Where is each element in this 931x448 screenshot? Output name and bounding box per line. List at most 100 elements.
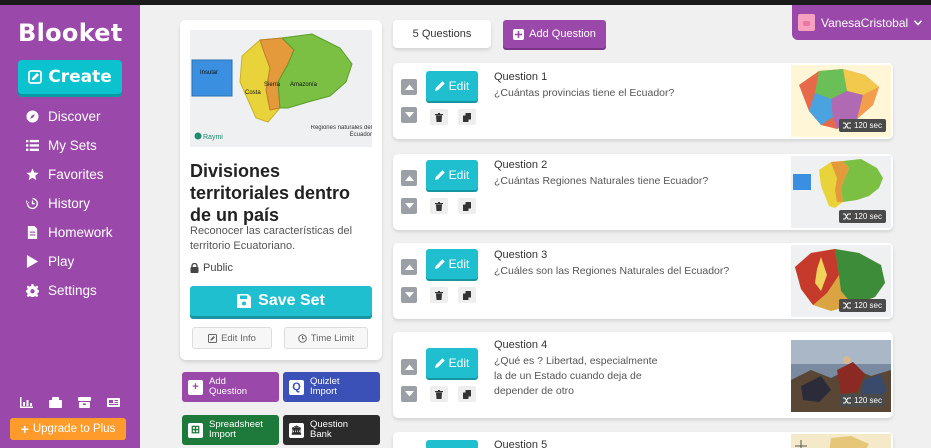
move-up-button[interactable] bbox=[401, 170, 417, 186]
clock-icon bbox=[297, 333, 307, 343]
sidebar-item-label: Discover bbox=[48, 108, 101, 124]
question-text: ¿Cuántas provincias tiene el Ecuador? bbox=[494, 87, 675, 99]
set-info-card: Insular Costa Sierra Amazonía Raymi Regi… bbox=[180, 20, 382, 360]
question-card: Edit Question 1 ¿Cuántas provincias tien… bbox=[393, 63, 893, 139]
edit-info-label: Edit Info bbox=[221, 332, 256, 344]
tile-label: Add Question bbox=[209, 376, 248, 397]
sidebar-item-settings[interactable]: Settings bbox=[26, 279, 97, 301]
edit-question-button[interactable] bbox=[426, 440, 478, 448]
copy-icon bbox=[463, 201, 471, 211]
copy-question-button[interactable] bbox=[458, 109, 476, 125]
question-number: Question 5 bbox=[494, 439, 548, 448]
map-label-amazonia: Amazonía bbox=[290, 82, 318, 88]
inventory-icon[interactable] bbox=[78, 395, 91, 408]
map-label-costa: Costa bbox=[245, 90, 261, 96]
news-icon[interactable] bbox=[107, 395, 120, 407]
stats-icon[interactable] bbox=[20, 395, 33, 408]
question-card: Edit Question 3 ¿Cuáles son las Regiones… bbox=[393, 243, 893, 319]
privacy-label: Public bbox=[203, 262, 233, 274]
shuffle-icon bbox=[842, 397, 851, 404]
delete-question-button[interactable] bbox=[430, 386, 448, 402]
edit-question-button[interactable]: Edit bbox=[426, 249, 478, 279]
edit-question-button[interactable]: Edit bbox=[426, 71, 478, 101]
quizlet-import-tile[interactable]: Q Quizlet Import bbox=[283, 372, 380, 402]
sidebar-item-history[interactable]: History bbox=[26, 192, 90, 214]
time-label: 120 sec bbox=[853, 212, 882, 221]
create-label: Create bbox=[48, 67, 112, 87]
edit-info-button[interactable]: Edit Info bbox=[192, 327, 272, 349]
sidebar-item-homework[interactable]: Homework bbox=[26, 221, 113, 243]
question-bank-tile[interactable]: 🏛 Question Bank bbox=[283, 415, 380, 445]
delete-question-button[interactable] bbox=[430, 198, 448, 214]
set-cover-image[interactable]: Insular Costa Sierra Amazonía Raymi Regi… bbox=[190, 30, 372, 147]
user-menu[interactable]: VanesaCristobal bbox=[792, 5, 931, 40]
move-up-button[interactable] bbox=[401, 259, 417, 275]
delete-question-button[interactable] bbox=[430, 109, 448, 125]
trash-icon bbox=[435, 201, 443, 211]
add-question-label: Add Question bbox=[529, 28, 596, 40]
sidebar-item-favorites[interactable]: Favorites bbox=[26, 163, 104, 185]
tile-label: Spreadsheet Import bbox=[209, 419, 263, 440]
move-up-button[interactable] bbox=[401, 359, 417, 375]
sidebar-item-my-sets[interactable]: My Sets bbox=[26, 134, 97, 156]
move-down-button[interactable] bbox=[401, 386, 417, 402]
question-count: 5 Questions bbox=[393, 20, 491, 48]
sidebar-item-discover[interactable]: Discover bbox=[26, 105, 101, 127]
question-image[interactable]: 120 sec bbox=[791, 245, 891, 317]
question-image[interactable] bbox=[791, 434, 891, 448]
pencil-icon bbox=[434, 358, 445, 368]
time-limit-label: Time Limit bbox=[310, 332, 355, 344]
question-image[interactable]: 120 sec bbox=[791, 65, 891, 137]
list-icon bbox=[26, 139, 39, 151]
spreadsheet-import-tile[interactable]: ⊞ Spreadsheet Import bbox=[182, 415, 279, 445]
question-text: ¿Cuáles son las Regiones Naturales del E… bbox=[494, 265, 730, 277]
add-question-tile[interactable]: + Add Question bbox=[182, 372, 279, 402]
question-image[interactable]: 120 sec bbox=[791, 156, 891, 228]
move-up-button[interactable] bbox=[401, 79, 417, 95]
chevron-down-icon bbox=[404, 292, 414, 298]
move-down-button[interactable] bbox=[401, 198, 417, 214]
ecuador-regions-map: Insular Costa Sierra Amazonía Raymi Regi… bbox=[190, 30, 372, 147]
map-brand: Raymi bbox=[203, 134, 223, 141]
plus-square-icon: + bbox=[188, 379, 203, 395]
time-badge: 120 sec bbox=[838, 394, 886, 407]
edit-question-button[interactable]: Edit bbox=[426, 348, 478, 378]
lock-icon bbox=[190, 263, 199, 273]
shuffle-icon bbox=[842, 302, 851, 309]
upgrade-label: Upgrade to Plus bbox=[32, 423, 116, 435]
copy-question-button[interactable] bbox=[458, 198, 476, 214]
move-down-button[interactable] bbox=[401, 107, 417, 123]
time-limit-button[interactable]: Time Limit bbox=[284, 327, 368, 349]
edit-label: Edit bbox=[448, 257, 470, 271]
edit-label: Edit bbox=[448, 356, 470, 370]
chevron-down-icon bbox=[404, 112, 414, 118]
add-question-button[interactable]: Add Question bbox=[503, 20, 606, 48]
time-badge: 120 sec bbox=[838, 299, 886, 312]
save-set-button[interactable]: Save Set bbox=[190, 286, 372, 316]
plus-icon: + bbox=[20, 421, 29, 437]
question-image[interactable]: 120 sec bbox=[791, 340, 891, 412]
edit-question-button[interactable]: Edit bbox=[426, 160, 478, 190]
upgrade-button[interactable]: + Upgrade to Plus bbox=[10, 418, 126, 440]
edit-icon bbox=[208, 333, 218, 343]
delete-question-button[interactable] bbox=[430, 287, 448, 303]
logo[interactable]: Blooket bbox=[18, 19, 123, 47]
trash-icon bbox=[435, 389, 443, 399]
store-icon[interactable] bbox=[49, 395, 62, 408]
map-label-sierra: Sierra bbox=[264, 82, 281, 88]
move-down-button[interactable] bbox=[401, 287, 417, 303]
tile-label: Quizlet Import bbox=[310, 376, 340, 397]
tile-label: Question Bank bbox=[310, 419, 349, 440]
create-button[interactable]: Create bbox=[18, 60, 122, 94]
shuffle-icon bbox=[842, 213, 851, 220]
star-icon bbox=[26, 167, 39, 180]
chevron-down-icon bbox=[404, 391, 414, 397]
save-set-label: Save Set bbox=[258, 292, 325, 309]
time-label: 120 sec bbox=[853, 121, 882, 130]
copy-question-button[interactable] bbox=[458, 287, 476, 303]
sidebar-item-play[interactable]: Play bbox=[26, 250, 74, 272]
copy-question-button[interactable] bbox=[458, 386, 476, 402]
privacy-toggle[interactable]: Public bbox=[190, 262, 233, 274]
chevron-up-icon bbox=[404, 175, 414, 181]
set-description: Reconocer las características del territ… bbox=[190, 225, 353, 252]
